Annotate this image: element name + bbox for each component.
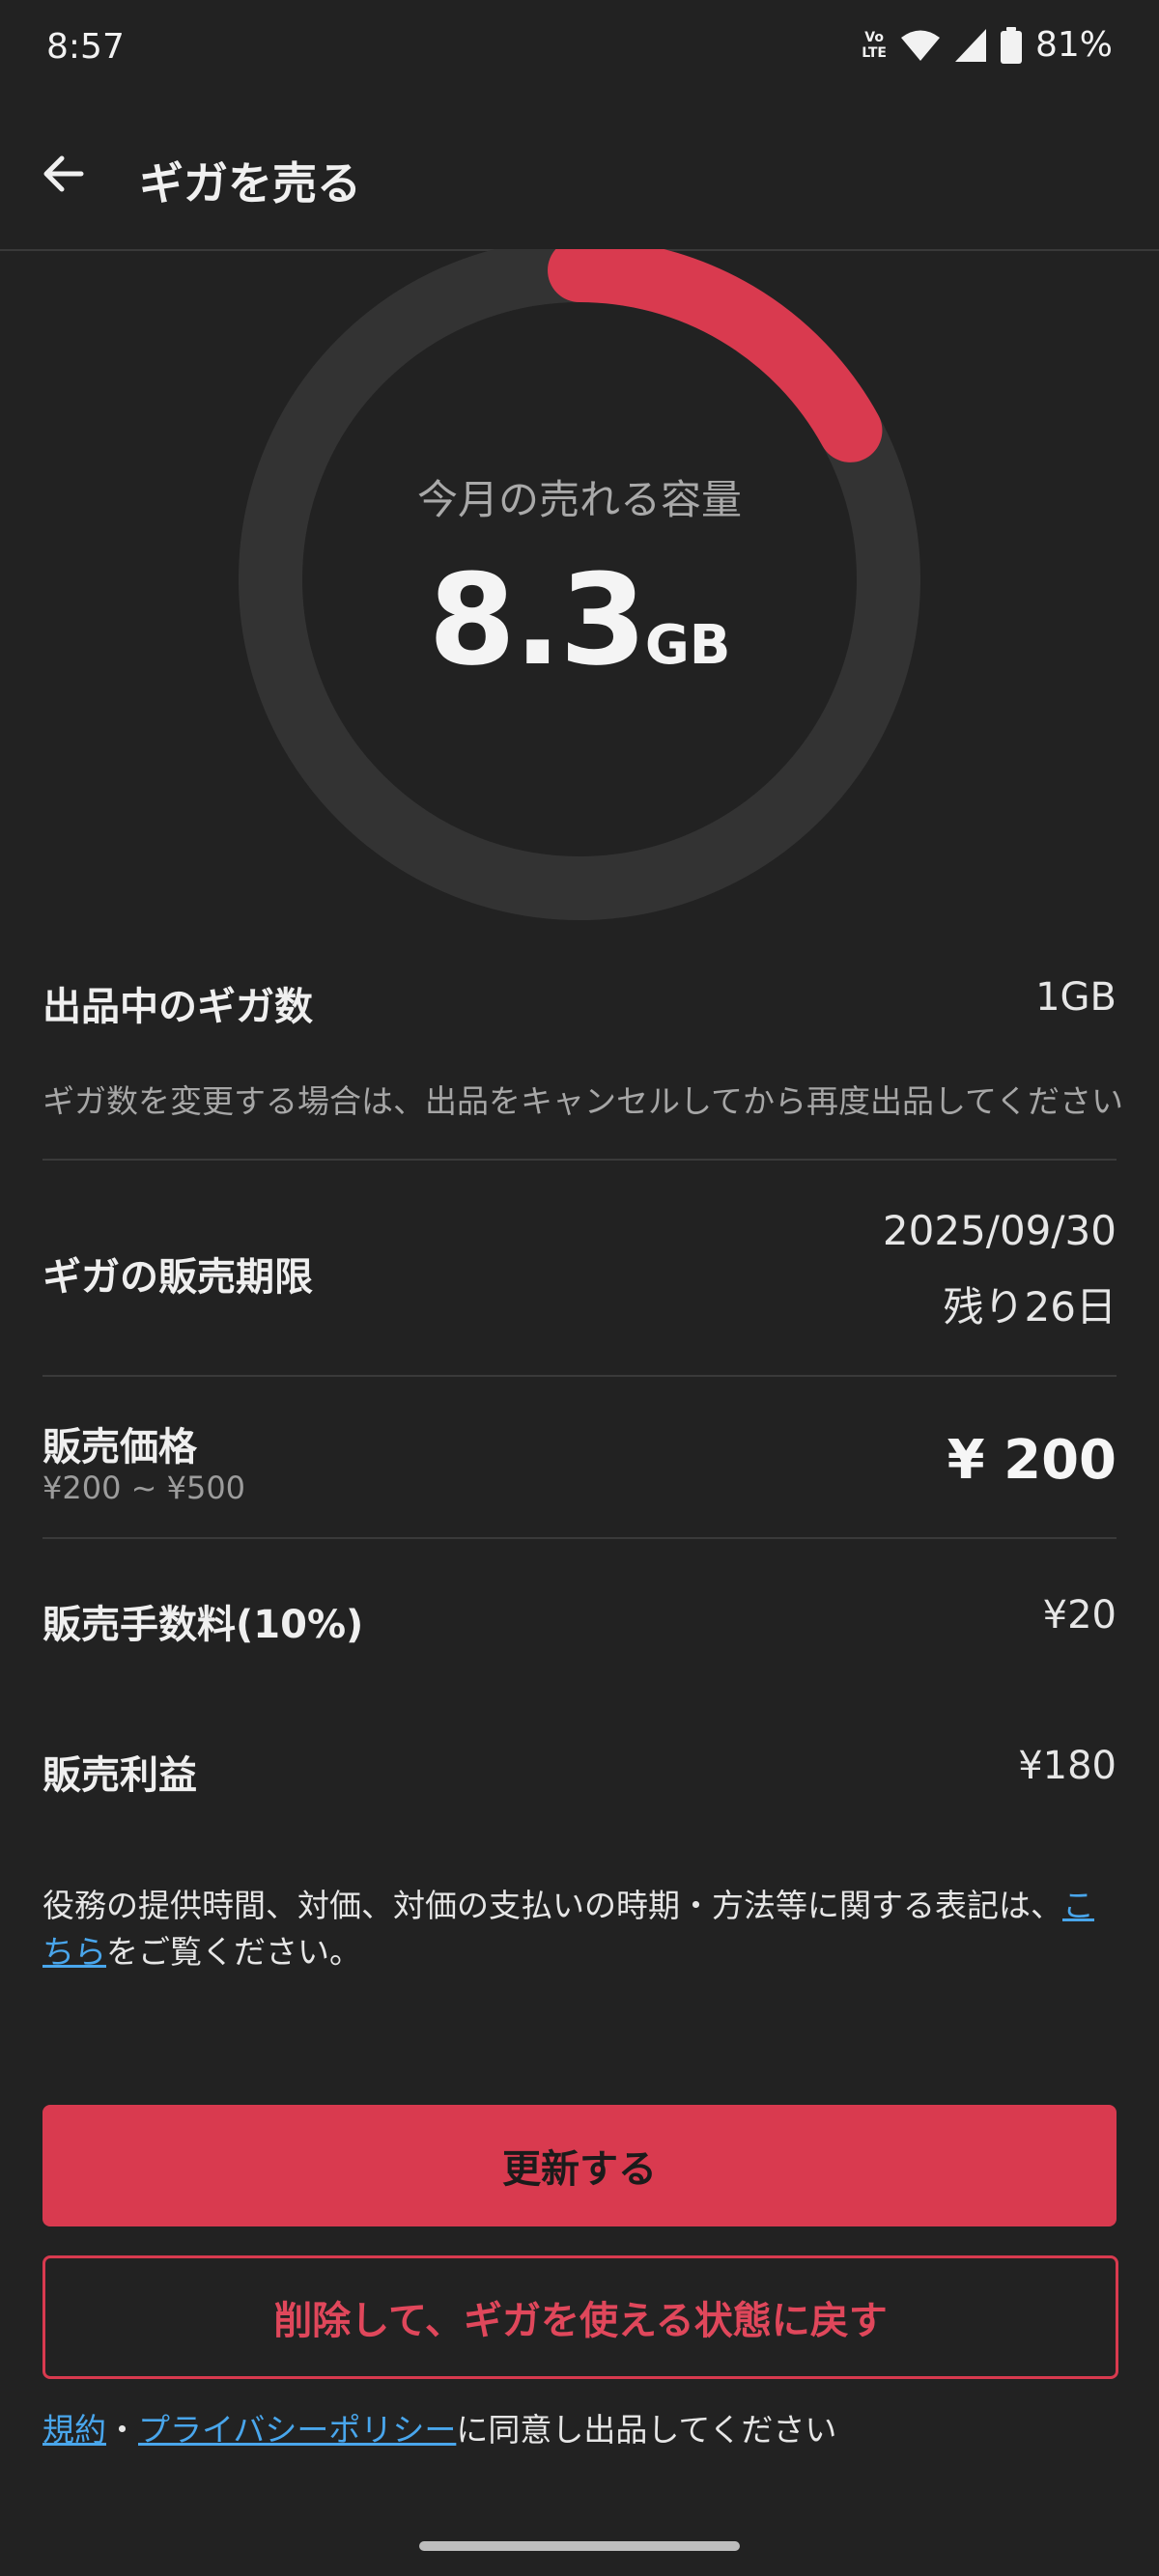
disclaimer: 役務の提供時間、対価、対価の支払いの時期・方法等に関する表記は、こちらをご覧くだ… xyxy=(42,1883,1124,1975)
wifi-icon xyxy=(900,30,940,61)
price-range: ¥200 ~ ¥500 xyxy=(42,1470,246,1506)
privacy-policy-link[interactable]: プライバシーポリシー xyxy=(138,2411,456,2449)
fee-label: 販売手数料(10%) xyxy=(42,1603,364,1647)
battery-percent: 81% xyxy=(1034,25,1113,65)
volte-bottom-text: LTE xyxy=(862,44,887,61)
deadline-label: ギガの販売期限 xyxy=(42,1255,313,1300)
divider xyxy=(42,1537,1117,1539)
fee-value: ¥20 xyxy=(1042,1593,1117,1638)
page-title: ギガを売る xyxy=(139,157,361,210)
divider xyxy=(42,1159,1117,1161)
volte-icon: Vo LTE xyxy=(862,30,887,61)
status-time: 8:57 xyxy=(46,27,125,67)
deadline-date: 2025/09/30 xyxy=(882,1207,1117,1254)
divider xyxy=(42,1375,1117,1377)
arrow-left-icon xyxy=(43,155,84,192)
price-value[interactable]: ¥ 200 xyxy=(947,1429,1117,1492)
gauge-label: 今月の売れる容量 xyxy=(416,476,742,523)
profit-label: 販売利益 xyxy=(42,1753,197,1798)
listing-label: 出品中のギガ数 xyxy=(42,985,313,1029)
back-button[interactable] xyxy=(29,139,99,209)
update-button[interactable]: 更新する xyxy=(42,2105,1117,2226)
terms-link[interactable]: 規約 xyxy=(42,2411,106,2449)
agreement-suffix: に同意し出品してください xyxy=(456,2411,837,2449)
agreement-separator: ・ xyxy=(106,2411,138,2449)
listing-value: 1GB xyxy=(1035,975,1117,1020)
signal-icon xyxy=(954,28,986,62)
home-indicator[interactable] xyxy=(419,2541,740,2551)
status-icons: Vo LTE 81% xyxy=(862,25,1113,65)
volte-top-text: Vo xyxy=(864,29,884,45)
gauge-unit: GB xyxy=(644,614,731,677)
status-bar: 8:57 Vo LTE 81% xyxy=(0,0,1159,100)
gauge-value: 8.3 xyxy=(428,546,647,693)
price-row[interactable]: 販売価格 ¥200 ~ ¥500 ¥ 200 xyxy=(42,1415,1117,1512)
disclaimer-suffix: をご覧ください。 xyxy=(106,1933,361,1971)
deadline-row: ギガの販売期限 2025/09/30 残り26日 xyxy=(42,1207,1117,1330)
gauge-reading: 8.3GB xyxy=(0,546,1159,693)
profit-value: ¥180 xyxy=(1018,1744,1117,1788)
deadline-remaining: 残り26日 xyxy=(943,1283,1117,1330)
delete-button[interactable]: 削除して、ギガを使える状態に戻す xyxy=(42,2255,1118,2379)
price-label: 販売価格 xyxy=(42,1425,197,1470)
agreement-text: 規約・プライバシーポリシーに同意し出品してください xyxy=(42,2404,836,2450)
listing-note: ギガ数を変更する場合は、出品をキャンセルしてから再度出品してください xyxy=(42,1082,1124,1120)
battery-icon xyxy=(1000,26,1022,64)
disclaimer-text: 役務の提供時間、対価、対価の支払いの時期・方法等に関する表記は、 xyxy=(42,1887,1062,1924)
app-bar: ギガを売る xyxy=(0,100,1159,251)
